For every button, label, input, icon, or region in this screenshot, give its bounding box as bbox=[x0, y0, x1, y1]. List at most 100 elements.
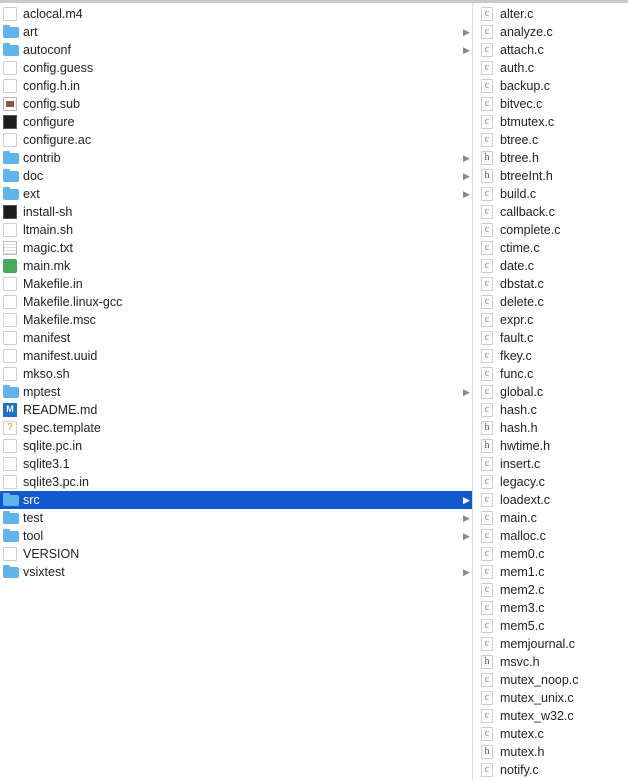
h-icon: h bbox=[481, 169, 493, 183]
file-item[interactable]: h hwtime.h bbox=[474, 437, 628, 455]
file-item[interactable]: c analyze.c bbox=[474, 23, 628, 41]
folder-item[interactable]: vsixtest ▶ bbox=[0, 563, 472, 581]
file-item[interactable]: c ctime.c bbox=[474, 239, 628, 257]
c-icon: c bbox=[481, 385, 493, 399]
file-item[interactable]: Makefile.in bbox=[0, 275, 472, 293]
file-item[interactable]: ltmain.sh bbox=[0, 221, 472, 239]
file-item[interactable]: h btreeInt.h bbox=[474, 167, 628, 185]
doc-icon bbox=[3, 277, 17, 291]
disclosure-arrow-icon[interactable]: ▶ bbox=[463, 491, 470, 509]
file-item[interactable]: c attach.c bbox=[474, 41, 628, 59]
file-item[interactable]: M README.md bbox=[0, 401, 472, 419]
disclosure-arrow-icon[interactable]: ▶ bbox=[463, 563, 470, 581]
file-item[interactable]: sqlite3.pc.in bbox=[0, 473, 472, 491]
file-item[interactable]: install-sh bbox=[0, 203, 472, 221]
file-item[interactable]: sqlite3.1 bbox=[0, 455, 472, 473]
file-item[interactable]: c mutex_noop.c bbox=[474, 671, 628, 689]
item-name: Makefile.msc bbox=[23, 313, 96, 327]
item-name: backup.c bbox=[500, 79, 551, 93]
file-item[interactable]: c delete.c bbox=[474, 293, 628, 311]
file-item[interactable]: h mutex.h bbox=[474, 743, 628, 761]
folder-item[interactable]: mptest ▶ bbox=[0, 383, 472, 401]
file-item[interactable]: c dbstat.c bbox=[474, 275, 628, 293]
folder-item[interactable]: src ▶ bbox=[0, 491, 472, 509]
item-name: mem0.c bbox=[500, 547, 545, 561]
folder-item[interactable]: doc ▶ bbox=[0, 167, 472, 185]
file-item[interactable]: c auth.c bbox=[474, 59, 628, 77]
folder-icon bbox=[3, 151, 19, 164]
folder-item[interactable]: art ▶ bbox=[0, 23, 472, 41]
file-item[interactable]: h msvc.h bbox=[474, 653, 628, 671]
file-item[interactable]: manifest.uuid bbox=[0, 347, 472, 365]
c-icon: c bbox=[481, 205, 493, 219]
c-icon: c bbox=[481, 601, 493, 615]
file-item[interactable]: c build.c bbox=[474, 185, 628, 203]
file-item[interactable]: mkso.sh bbox=[0, 365, 472, 383]
file-item[interactable]: c btree.c bbox=[474, 131, 628, 149]
file-item[interactable]: sqlite.pc.in bbox=[0, 437, 472, 455]
folder-item[interactable]: contrib ▶ bbox=[0, 149, 472, 167]
file-item[interactable]: configure bbox=[0, 113, 472, 131]
file-item[interactable]: c date.c bbox=[474, 257, 628, 275]
file-item[interactable]: c mem0.c bbox=[474, 545, 628, 563]
item-name: bitvec.c bbox=[500, 97, 543, 111]
disclosure-arrow-icon[interactable]: ▶ bbox=[463, 383, 470, 401]
file-item[interactable]: c legacy.c bbox=[474, 473, 628, 491]
file-item[interactable]: h btree.h bbox=[474, 149, 628, 167]
file-item[interactable]: configure.ac bbox=[0, 131, 472, 149]
file-item[interactable]: c memjournal.c bbox=[474, 635, 628, 653]
disclosure-arrow-icon[interactable]: ▶ bbox=[463, 167, 470, 185]
file-item[interactable]: c mutex.c bbox=[474, 725, 628, 743]
folder-item[interactable]: autoconf ▶ bbox=[0, 41, 472, 59]
file-item[interactable]: config.sub bbox=[0, 95, 472, 113]
file-item[interactable]: c mem5.c bbox=[474, 617, 628, 635]
file-item[interactable]: VERSION bbox=[0, 545, 472, 563]
item-name: config.h.in bbox=[23, 79, 80, 93]
file-item[interactable]: Makefile.linux-gcc bbox=[0, 293, 472, 311]
file-item[interactable]: c complete.c bbox=[474, 221, 628, 239]
disclosure-arrow-icon[interactable]: ▶ bbox=[463, 509, 470, 527]
file-item[interactable]: c mutex_w32.c bbox=[474, 707, 628, 725]
disclosure-arrow-icon[interactable]: ▶ bbox=[463, 149, 470, 167]
file-item[interactable]: c fkey.c bbox=[474, 347, 628, 365]
file-item[interactable]: c backup.c bbox=[474, 77, 628, 95]
file-item[interactable]: manifest bbox=[0, 329, 472, 347]
file-item[interactable]: main.mk bbox=[0, 257, 472, 275]
file-item[interactable]: c main.c bbox=[474, 509, 628, 527]
file-item[interactable]: c mutex_unix.c bbox=[474, 689, 628, 707]
finder-column-root[interactable]: aclocal.m4 art ▶ autoconf ▶ config.guess confi… bbox=[0, 5, 472, 780]
folder-item[interactable]: test ▶ bbox=[0, 509, 472, 527]
file-item[interactable]: c notify.c bbox=[474, 761, 628, 779]
file-item[interactable]: c bitvec.c bbox=[474, 95, 628, 113]
file-item[interactable]: c expr.c bbox=[474, 311, 628, 329]
disclosure-arrow-icon[interactable]: ▶ bbox=[463, 527, 470, 545]
file-item[interactable]: magic.txt bbox=[0, 239, 472, 257]
file-item[interactable]: aclocal.m4 bbox=[0, 5, 472, 23]
file-item[interactable]: Makefile.msc bbox=[0, 311, 472, 329]
c-icon: c bbox=[481, 241, 493, 255]
file-item[interactable]: c mem1.c bbox=[474, 563, 628, 581]
file-item[interactable]: c alter.c bbox=[474, 5, 628, 23]
file-item[interactable]: h hash.h bbox=[474, 419, 628, 437]
folder-item[interactable]: tool ▶ bbox=[0, 527, 472, 545]
file-item[interactable]: c insert.c bbox=[474, 455, 628, 473]
file-item[interactable]: ? spec.template bbox=[0, 419, 472, 437]
file-item[interactable]: c mem3.c bbox=[474, 599, 628, 617]
disclosure-arrow-icon[interactable]: ▶ bbox=[463, 185, 470, 203]
file-item[interactable]: c loadext.c bbox=[474, 491, 628, 509]
file-item[interactable]: config.h.in bbox=[0, 77, 472, 95]
column-divider[interactable] bbox=[472, 3, 473, 780]
file-item[interactable]: c func.c bbox=[474, 365, 628, 383]
folder-item[interactable]: ext ▶ bbox=[0, 185, 472, 203]
file-item[interactable]: c callback.c bbox=[474, 203, 628, 221]
file-item[interactable]: config.guess bbox=[0, 59, 472, 77]
file-item[interactable]: c mem2.c bbox=[474, 581, 628, 599]
file-item[interactable]: c btmutex.c bbox=[474, 113, 628, 131]
file-item[interactable]: c hash.c bbox=[474, 401, 628, 419]
file-item[interactable]: c fault.c bbox=[474, 329, 628, 347]
disclosure-arrow-icon[interactable]: ▶ bbox=[463, 23, 470, 41]
finder-column-src[interactable]: c alter.c c analyze.c c attach.c c auth.c c backu… bbox=[474, 5, 628, 780]
file-item[interactable]: c global.c bbox=[474, 383, 628, 401]
disclosure-arrow-icon[interactable]: ▶ bbox=[463, 41, 470, 59]
file-item[interactable]: c malloc.c bbox=[474, 527, 628, 545]
